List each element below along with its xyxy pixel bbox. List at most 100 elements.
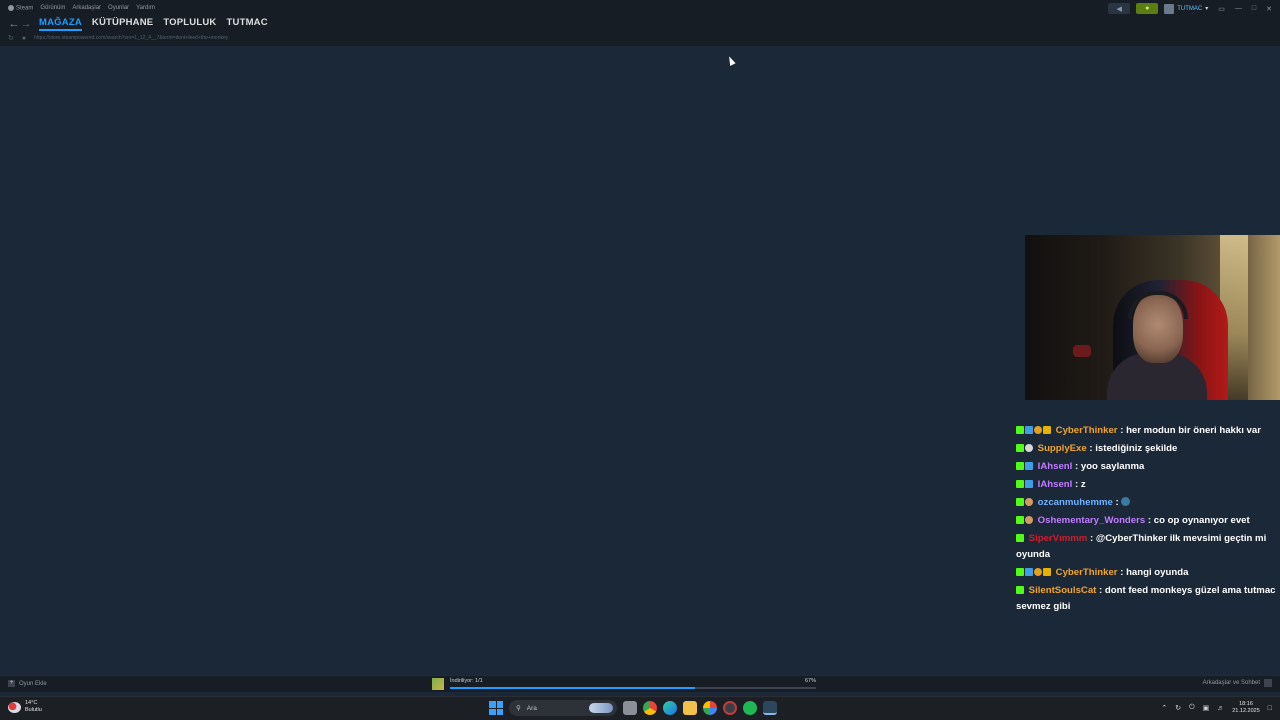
search-placeholder: Ara bbox=[526, 704, 537, 712]
tab-profile[interactable]: TUTMAC bbox=[227, 17, 268, 31]
close-icon[interactable]: ✕ bbox=[1266, 5, 1272, 13]
menu-item-games[interactable]: Oyunlar bbox=[108, 5, 129, 12]
volume-icon[interactable]: ♬ bbox=[1217, 705, 1224, 712]
globe-emote-icon bbox=[1121, 497, 1131, 506]
tab-community[interactable]: TOPLULUK bbox=[163, 17, 216, 31]
usb-icon[interactable]: ⏻ bbox=[1189, 704, 1195, 712]
chat-username: ozcanmuhemme bbox=[1037, 497, 1113, 508]
chat-badges bbox=[1016, 534, 1024, 542]
chat-username: SiperVımmm bbox=[1028, 533, 1088, 544]
url-bar: ↻ ● https://store.steampowered.com/searc… bbox=[8, 34, 228, 43]
kick-badge-icon bbox=[1016, 426, 1024, 434]
sync-icon[interactable]: ↻ bbox=[1175, 704, 1181, 712]
search-highlight-icon bbox=[589, 703, 613, 713]
edge-icon[interactable] bbox=[663, 701, 677, 715]
chat-icon bbox=[1264, 679, 1272, 687]
forward-arrow-icon[interactable]: → bbox=[20, 18, 32, 30]
chat-username: IAhsenI bbox=[1037, 479, 1073, 490]
system-tray: ⌃ ↻ ⏻ ▣ ♬ 18:16 21.12.2025 □ bbox=[1161, 701, 1272, 715]
big-picture-icon[interactable]: ▭ bbox=[1218, 5, 1225, 13]
nav-bar: ← → MAĞAZA KÜTÜPHANE TOPLULUK TUTMAC bbox=[8, 17, 268, 31]
url-text[interactable]: https://store.steampowered.com/search?sn… bbox=[34, 35, 228, 41]
weather-desc: Bulutlu bbox=[25, 707, 42, 713]
notification-center-icon[interactable]: □ bbox=[1268, 705, 1272, 712]
chat-username: Oshementary_Wonders bbox=[1037, 515, 1146, 526]
lock-icon: ● bbox=[21, 34, 27, 42]
steam-taskbar-icon[interactable] bbox=[763, 701, 777, 715]
chat-text: : co op oynanıyor evet bbox=[1147, 515, 1250, 526]
chat-badges bbox=[1016, 444, 1033, 452]
tab-library[interactable]: KÜTÜPHANE bbox=[92, 17, 153, 31]
subscriber-badge-icon bbox=[1025, 426, 1033, 434]
clock-date: 21.12.2025 bbox=[1232, 708, 1260, 714]
spotify-icon[interactable] bbox=[743, 701, 757, 715]
account-name: TUTMAC bbox=[1177, 5, 1203, 12]
menu-item-steam[interactable]: Steam bbox=[8, 5, 33, 12]
chat-message: IAhsenI : yoo saylanma bbox=[1016, 459, 1278, 475]
broadcast-icon[interactable]: ◀ bbox=[1108, 3, 1131, 14]
menu-item-view[interactable]: Görünüm bbox=[40, 5, 65, 12]
chat-username: IAhsenI bbox=[1037, 461, 1073, 472]
kick-badge-icon bbox=[1016, 534, 1024, 542]
chat-message: Oshementary_Wonders : co op oynanıyor ev… bbox=[1016, 513, 1278, 529]
task-view-icon[interactable] bbox=[623, 701, 637, 715]
add-game-button[interactable]: + Oyun Ekle bbox=[8, 680, 47, 687]
main-tabs: MAĞAZA KÜTÜPHANE TOPLULUK TUTMAC bbox=[39, 17, 268, 31]
weather-text: 14°C Bulutlu bbox=[25, 700, 42, 714]
gold-badge-icon bbox=[1034, 568, 1042, 576]
game-thumbnail bbox=[432, 678, 444, 690]
file-explorer-icon[interactable] bbox=[683, 701, 697, 715]
tray-overflow-icon[interactable]: ⌃ bbox=[1161, 704, 1167, 712]
minimize-icon[interactable]: — bbox=[1235, 5, 1242, 13]
download-progress-bar bbox=[450, 687, 816, 689]
obs-icon[interactable] bbox=[723, 701, 737, 715]
clock-time: 18:16 bbox=[1239, 701, 1253, 707]
chat-message: SupplyExe : istediğiniz şekilde bbox=[1016, 441, 1278, 457]
chat-message: CyberThinker : her modun bir öneri hakkı… bbox=[1016, 423, 1278, 439]
clock[interactable]: 18:16 21.12.2025 bbox=[1232, 701, 1260, 715]
account-menu[interactable]: TUTMAC ▾ bbox=[1164, 3, 1208, 14]
friends-chat-label: Arkadaşlar ve Sohbet bbox=[1202, 680, 1260, 686]
maximize-icon[interactable]: □ bbox=[1252, 5, 1256, 13]
download-percent: 67% bbox=[804, 678, 816, 684]
weather-widget[interactable]: 14°C Bulutlu bbox=[8, 700, 42, 714]
webcam-overlay bbox=[1025, 235, 1280, 400]
notification-bell-icon[interactable]: ● bbox=[1136, 3, 1159, 14]
kick-badge-icon bbox=[1016, 498, 1024, 506]
windows-taskbar: 14°C Bulutlu ⚲ Ara ⌃ ↻ ⏻ ▣ ♬ 18:16 21.12… bbox=[0, 696, 1280, 720]
menu-item-friends[interactable]: Arkadaşlar bbox=[72, 5, 101, 12]
chat-message: ozcanmuhemme : bbox=[1016, 495, 1278, 511]
chat-text: : yoo saylanma bbox=[1075, 461, 1145, 472]
steam-logo-icon bbox=[8, 5, 14, 11]
crown-badge-icon bbox=[1043, 568, 1051, 576]
kick-badge-icon bbox=[1016, 586, 1024, 594]
kick-badge-icon bbox=[1016, 462, 1024, 470]
cam-figure bbox=[1073, 345, 1091, 357]
chat-overlay: CyberThinker : her modun bir öneri hakkı… bbox=[1016, 423, 1278, 617]
titlebar-controls: ◀ ● TUTMAC ▾ ▭ — □ ✕ bbox=[1108, 3, 1280, 14]
chat-text: : istediğiniz şekilde bbox=[1089, 443, 1178, 454]
chat-badges bbox=[1016, 586, 1024, 594]
chat-message: IAhsenI : z bbox=[1016, 477, 1278, 493]
network-icon[interactable]: ▣ bbox=[1203, 704, 1210, 712]
menu-item-help[interactable]: Yardım bbox=[136, 5, 155, 12]
plus-icon: + bbox=[8, 680, 15, 687]
chat-text: : hangi oyunda bbox=[1120, 567, 1189, 578]
friends-chat-button[interactable]: Arkadaşlar ve Sohbet bbox=[1203, 679, 1272, 687]
menu-bar: Steam Görünüm Arkadaşlar Oyunlar Yardım bbox=[8, 5, 155, 12]
tab-store[interactable]: MAĞAZA bbox=[39, 17, 82, 31]
photos-icon[interactable] bbox=[703, 701, 717, 715]
kick-badge-icon bbox=[1016, 444, 1024, 452]
weather-cloud-icon bbox=[8, 701, 21, 713]
back-arrow-icon[interactable]: ← bbox=[8, 18, 20, 30]
reload-icon[interactable]: ↻ bbox=[8, 34, 14, 42]
avatar bbox=[1164, 3, 1175, 14]
taskbar-search[interactable]: ⚲ Ara bbox=[509, 700, 617, 716]
windows-start-icon[interactable] bbox=[489, 701, 503, 715]
kick-badge-icon bbox=[1016, 516, 1024, 524]
crown-badge-icon bbox=[1043, 426, 1051, 434]
chrome-icon[interactable] bbox=[643, 701, 657, 715]
download-status[interactable]: İndiriliyor: 1/1 67% bbox=[432, 677, 818, 691]
chat-badges bbox=[1016, 516, 1033, 524]
window-controls: ▭ — □ ✕ bbox=[1218, 5, 1272, 13]
